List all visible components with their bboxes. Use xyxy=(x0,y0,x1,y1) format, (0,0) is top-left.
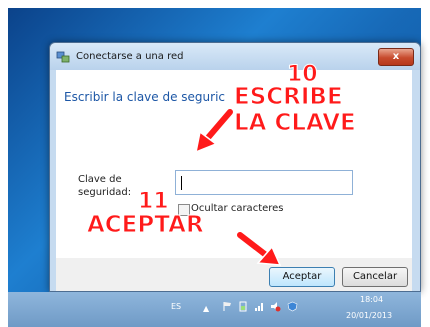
volume-icon[interactable] xyxy=(270,301,281,312)
clock-time[interactable]: 18:04 xyxy=(360,295,383,304)
cancel-button[interactable]: Cancelar xyxy=(342,267,408,287)
taskbar: ES ▲ 18:04 20/01/2013 xyxy=(8,292,421,327)
connect-network-dialog: Conectarse a una red x Escribir la clave… xyxy=(49,42,421,292)
arrow-to-accept-icon xyxy=(236,230,282,266)
battery-icon[interactable] xyxy=(238,301,249,312)
hide-characters-label[interactable]: Ocultar caracteres xyxy=(191,203,284,214)
screenshot-border-top xyxy=(0,0,430,8)
screenshot-border-left xyxy=(0,0,8,327)
security-key-input[interactable] xyxy=(175,170,353,195)
step-10-line2: LA CLAVE xyxy=(234,110,357,137)
step-11-text: ACEPTAR xyxy=(87,212,205,239)
wifi-icon[interactable] xyxy=(254,301,265,312)
shield-icon[interactable] xyxy=(287,301,298,312)
text-caret xyxy=(181,176,182,190)
dialog-titlebar[interactable]: Conectarse a una red x xyxy=(50,43,420,70)
clock-date[interactable]: 20/01/2013 xyxy=(346,311,392,320)
arrow-to-input-icon xyxy=(194,108,235,154)
accept-button[interactable]: Aceptar xyxy=(269,267,335,287)
step-11-number: 11 xyxy=(138,189,170,215)
screenshot-border-right xyxy=(421,0,430,327)
dialog-heading: Escribir la clave de seguric xyxy=(64,90,226,104)
language-indicator[interactable]: ES xyxy=(171,302,181,311)
show-hidden-icons-icon[interactable]: ▲ xyxy=(203,304,209,313)
dialog-title: Conectarse a una red xyxy=(76,51,184,62)
flag-icon[interactable] xyxy=(222,301,233,312)
network-icon xyxy=(56,51,70,63)
step-10-line1: ESCRIBE xyxy=(234,84,344,111)
close-button[interactable]: x xyxy=(378,48,414,66)
dialog-button-bar: Aceptar Cancelar xyxy=(56,258,412,291)
